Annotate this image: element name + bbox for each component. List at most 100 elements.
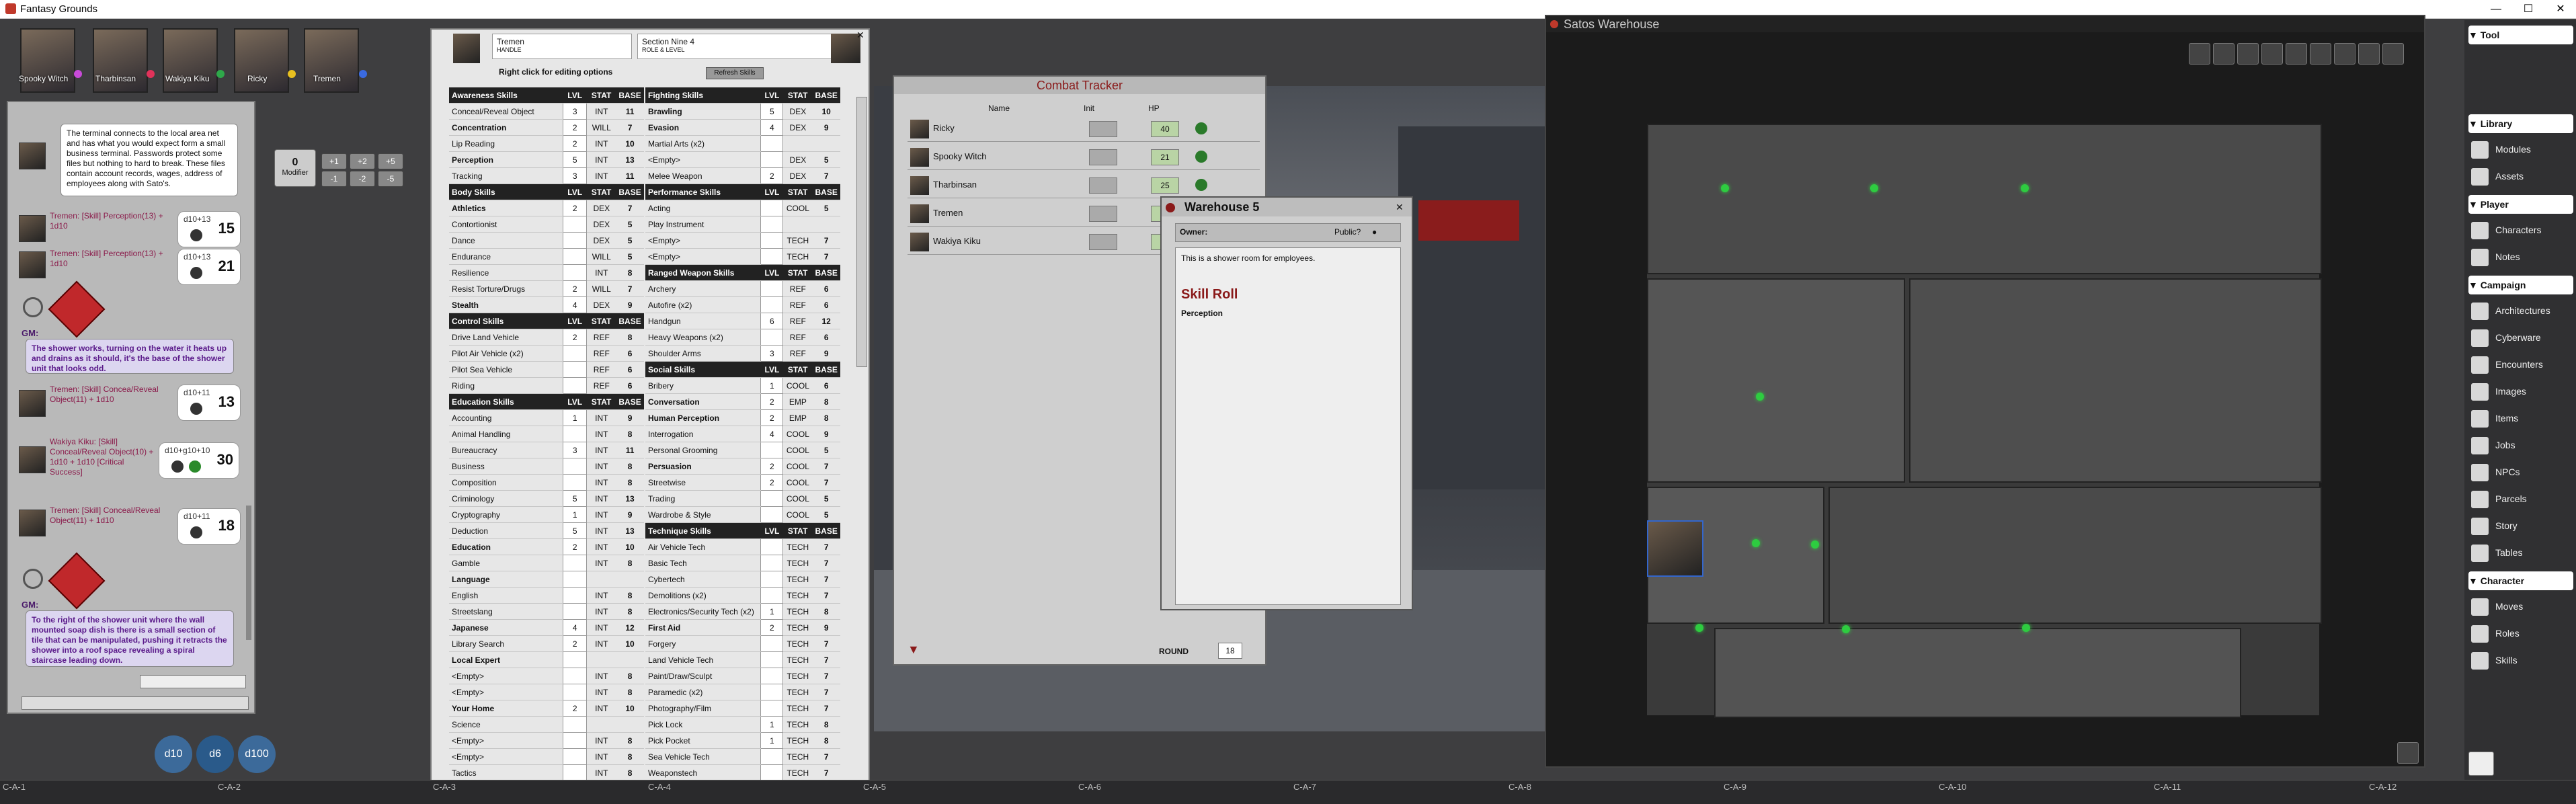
skill-level[interactable] [562, 426, 588, 442]
skill-row[interactable]: Wardrobe & Style COOL 5 [645, 506, 840, 523]
skill-row[interactable]: Tactics INT 8 [449, 764, 644, 781]
skill-level[interactable]: 2 [760, 409, 784, 426]
modifier-plus5-button[interactable]: +5 [378, 153, 403, 169]
sidebar-item-moves[interactable]: Moves [2468, 596, 2573, 618]
skill-row[interactable]: Composition INT 8 [449, 474, 644, 491]
skill-level[interactable] [760, 490, 784, 507]
modifier-box[interactable]: 0 Modifier [274, 149, 316, 187]
skill-level[interactable] [760, 764, 784, 781]
skill-row[interactable]: Electronics/Security Tech (x2) 1 TECH 8 [645, 603, 840, 620]
sidebar-item-characters[interactable]: Characters [2468, 219, 2573, 242]
skill-level[interactable] [562, 345, 588, 362]
skill-row[interactable]: Martial Arts (x2) [645, 135, 840, 152]
skill-level[interactable]: 6 [760, 313, 784, 329]
modifier-plus1-button[interactable]: +1 [321, 153, 347, 169]
skill-row[interactable]: Drive Land Vehicle 2 REF 8 [449, 329, 644, 346]
minimize-button[interactable]: — [2481, 1, 2511, 17]
skill-level[interactable] [562, 684, 588, 700]
sidebar-item-architectures[interactable]: Architectures [2468, 300, 2573, 323]
skill-row[interactable]: Pilot Sea Vehicle REF 6 [449, 361, 644, 378]
skill-row[interactable]: Photography/Film TECH 7 [645, 700, 840, 717]
skill-level[interactable]: LVL [563, 313, 587, 329]
sidebar-item-notes[interactable]: Notes [2468, 246, 2573, 269]
close-icon[interactable]: ✕ [1396, 202, 1404, 213]
close-tool-icon[interactable] [2358, 43, 2380, 65]
d100-die-icon[interactable]: d100 [238, 735, 276, 773]
npc-marker[interactable] [1695, 624, 1703, 632]
skill-level[interactable]: 2 [760, 167, 784, 184]
skill-row[interactable]: Dance DEX 5 [449, 232, 644, 249]
skill-level[interactable] [562, 587, 588, 604]
skill-level[interactable] [760, 135, 784, 152]
sidebar-item-roles[interactable]: Roles [2468, 622, 2573, 645]
skill-level[interactable] [760, 555, 784, 571]
skill-row[interactable]: Cryptography 1 INT 9 [449, 506, 644, 523]
skill-row[interactable]: Concentration 2 WILL 7 [449, 119, 644, 136]
skill-level[interactable]: 5 [562, 151, 588, 168]
skill-row[interactable]: Basic Tech TECH 7 [645, 555, 840, 571]
lock-icon[interactable] [1166, 203, 1175, 212]
sidebar-item-parcels[interactable]: Parcels [2468, 488, 2573, 511]
skill-level[interactable] [760, 635, 784, 652]
skill-row[interactable]: Endurance WILL 5 [449, 248, 644, 265]
skill-level[interactable]: 2 [562, 280, 588, 297]
skill-level[interactable] [760, 151, 784, 168]
skill-row[interactable]: Education 2 INT 10 [449, 538, 644, 555]
skill-row[interactable]: Streetwise 2 COOL 7 [645, 474, 840, 491]
skill-row[interactable]: Gamble INT 8 [449, 555, 644, 571]
skill-row[interactable]: Brawling 5 DEX 10 [645, 103, 840, 120]
skill-row[interactable]: <Empty> INT 8 [449, 748, 644, 765]
menu-arrow-icon[interactable]: ▼ [908, 643, 920, 657]
skill-level[interactable]: 4 [562, 619, 588, 636]
modifier-minus2-button[interactable]: -2 [350, 171, 375, 187]
sidebar-item-items[interactable]: Items [2468, 407, 2573, 430]
skill-level[interactable]: 3 [562, 442, 588, 458]
skill-level[interactable]: 1 [562, 409, 588, 426]
skill-row[interactable]: Air Vehicle Tech TECH 7 [645, 538, 840, 555]
sidebar-item-jobs[interactable]: Jobs [2468, 434, 2573, 457]
sidebar-section-header[interactable]: ▼ Character [2468, 571, 2573, 590]
skill-row[interactable]: Deduction 5 INT 13 [449, 522, 644, 539]
skill-level[interactable] [562, 603, 588, 620]
skill-level[interactable] [760, 216, 784, 233]
map-options-icon[interactable] [2397, 742, 2419, 764]
npc-marker[interactable] [1842, 625, 1850, 633]
skill-row[interactable]: Accounting 1 INT 9 [449, 409, 644, 426]
skill-level[interactable] [562, 732, 588, 749]
skill-row[interactable]: Interrogation 4 COOL 9 [645, 426, 840, 442]
skill-level[interactable]: 2 [562, 700, 588, 717]
skill-level[interactable] [562, 377, 588, 394]
skill-level[interactable] [562, 264, 588, 281]
skill-level[interactable]: 2 [562, 635, 588, 652]
skill-level[interactable] [760, 506, 784, 523]
sidebar-section-header[interactable]: ▼ Tool [2468, 26, 2573, 44]
skill-level[interactable]: LVL [563, 184, 587, 200]
skill-level[interactable] [562, 474, 588, 491]
skill-level[interactable] [562, 458, 588, 475]
refresh-skills-button[interactable]: Refresh Skills [706, 67, 764, 79]
skill-level[interactable]: LVL [760, 361, 783, 378]
map-floorplan[interactable] [1647, 124, 2322, 718]
skill-row[interactable]: Athletics 2 DEX 7 [449, 200, 644, 216]
modifier-minus1-button[interactable]: -1 [321, 171, 347, 187]
d10-die-icon[interactable]: d10 [155, 735, 192, 773]
skill-level[interactable]: 4 [562, 296, 588, 313]
sidebar-section-header[interactable]: ▼ Player [2468, 195, 2573, 214]
skill-link[interactable]: Perception [1181, 309, 1223, 318]
skill-level[interactable]: 2 [562, 329, 588, 346]
lock-icon[interactable] [1550, 20, 1558, 28]
skill-row[interactable]: Bribery 1 COOL 6 [645, 377, 840, 394]
zoom-fit-icon[interactable] [2189, 43, 2210, 65]
sheet-tabs[interactable] [856, 97, 867, 367]
chat-mode-select[interactable] [140, 675, 246, 688]
skill-row[interactable]: Streetslang INT 8 [449, 603, 644, 620]
skill-level[interactable]: 2 [562, 200, 588, 216]
sidebar-item-cyberware[interactable]: Cyberware [2468, 327, 2573, 350]
play-icon[interactable] [2468, 752, 2494, 776]
skill-row[interactable]: Cybertech TECH 7 [645, 571, 840, 588]
skill-row[interactable]: Japanese 4 INT 12 [449, 619, 644, 636]
close-window-button[interactable]: ✕ [2545, 1, 2576, 17]
npc-marker[interactable] [1756, 393, 1764, 401]
skill-row[interactable]: Land Vehicle Tech TECH 7 [645, 651, 840, 668]
skill-level[interactable] [562, 248, 588, 265]
